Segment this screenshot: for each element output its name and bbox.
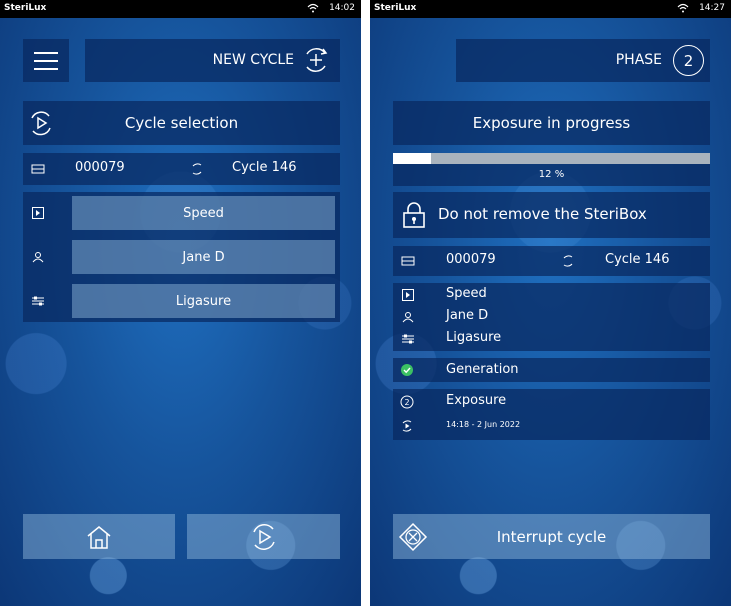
device-id: 000079 (446, 252, 496, 267)
start-time-icon (399, 418, 415, 434)
exposure-title: Exposure in progress (472, 114, 631, 132)
generation-label: Generation (446, 362, 519, 377)
start-cycle-icon (248, 521, 280, 553)
interrupt-icon (397, 521, 429, 553)
clock: 14:02 (329, 3, 355, 13)
cycle-progress-screen: SteriLux 14:27 PHASE 2 Exposure in progr… (370, 0, 731, 606)
user-select-button[interactable]: Jane D (72, 240, 335, 274)
new-cycle-plus-icon (300, 44, 332, 76)
clock: 14:27 (699, 3, 725, 13)
device-icon (400, 254, 416, 268)
hamburger-icon (23, 39, 69, 82)
instrument-value: Ligasure (446, 330, 502, 345)
exposure-phase-row: 2 Exposure 14:18 - 2 Jun 2022 (393, 389, 710, 440)
cycle-info-row: 000079 Cycle 146 (23, 153, 340, 185)
cycle-selection-title: Cycle selection (124, 114, 239, 132)
progress-percent-row: 12 % (393, 164, 710, 186)
wifi-icon (307, 3, 319, 13)
device-id: 000079 (75, 160, 125, 175)
cycle-number: Cycle 146 (232, 160, 297, 175)
cycle-count-icon (560, 253, 576, 269)
instrument-icon (400, 331, 416, 347)
cycle-options-panel: Speed Jane D Ligasure (23, 192, 340, 322)
phase-title: PHASE (615, 52, 662, 68)
progress-percent: 12 % (538, 169, 565, 180)
start-cycle-button[interactable] (187, 514, 340, 559)
warning-text: Do not remove the SteriBox (438, 205, 647, 223)
exposure-label: Exposure (446, 393, 507, 408)
user-icon (30, 249, 46, 265)
phase-number-badge: 2 (673, 45, 704, 76)
program-value: Speed (446, 286, 487, 301)
program-icon (400, 287, 416, 303)
brand-label: SteriLux (4, 3, 47, 13)
cycle-details-panel: Speed Jane D Ligasure (393, 283, 710, 351)
interrupt-cycle-button[interactable]: Interrupt cycle (393, 514, 710, 559)
exposure-status-panel: Exposure in progress (393, 101, 710, 145)
generation-phase-row: Generation (393, 358, 710, 382)
interrupt-label: Interrupt cycle (496, 527, 607, 546)
check-circle-icon (399, 362, 415, 378)
cycle-count-icon (189, 161, 205, 177)
warning-panel: Do not remove the SteriBox (393, 192, 710, 238)
instrument-icon (30, 293, 46, 309)
lock-icon (399, 199, 429, 231)
cycle-info-row: 000079 Cycle 146 (393, 246, 710, 276)
user-value: Jane D (446, 308, 489, 323)
cycle-selection-button[interactable]: Cycle selection (23, 101, 340, 145)
progress-bar (393, 153, 710, 164)
phase-header: PHASE 2 (456, 39, 710, 82)
status-bar: SteriLux 14:27 (370, 0, 731, 18)
new-cycle-screen: SteriLux 14:02 NEW CYCLE Cycle selection… (0, 0, 361, 606)
exposure-start-time: 14:18 - 2 Jun 2022 (446, 420, 521, 429)
cycle-number: Cycle 146 (605, 252, 670, 267)
menu-button[interactable] (23, 39, 69, 82)
wifi-icon (677, 3, 689, 13)
phase-two-icon: 2 (399, 394, 415, 410)
device-icon (30, 162, 46, 176)
progress-fill (393, 153, 432, 164)
program-select-button[interactable]: Speed (72, 196, 335, 230)
new-cycle-header[interactable]: NEW CYCLE (85, 39, 340, 82)
brand-label: SteriLux (374, 3, 417, 13)
home-icon (85, 524, 113, 550)
home-button[interactable] (23, 514, 175, 559)
svg-text:2: 2 (404, 398, 409, 407)
user-icon (400, 309, 416, 325)
program-icon (30, 205, 46, 221)
instrument-select-button[interactable]: Ligasure (72, 284, 335, 318)
status-bar: SteriLux 14:02 (0, 0, 361, 18)
header-title: NEW CYCLE (212, 52, 294, 68)
